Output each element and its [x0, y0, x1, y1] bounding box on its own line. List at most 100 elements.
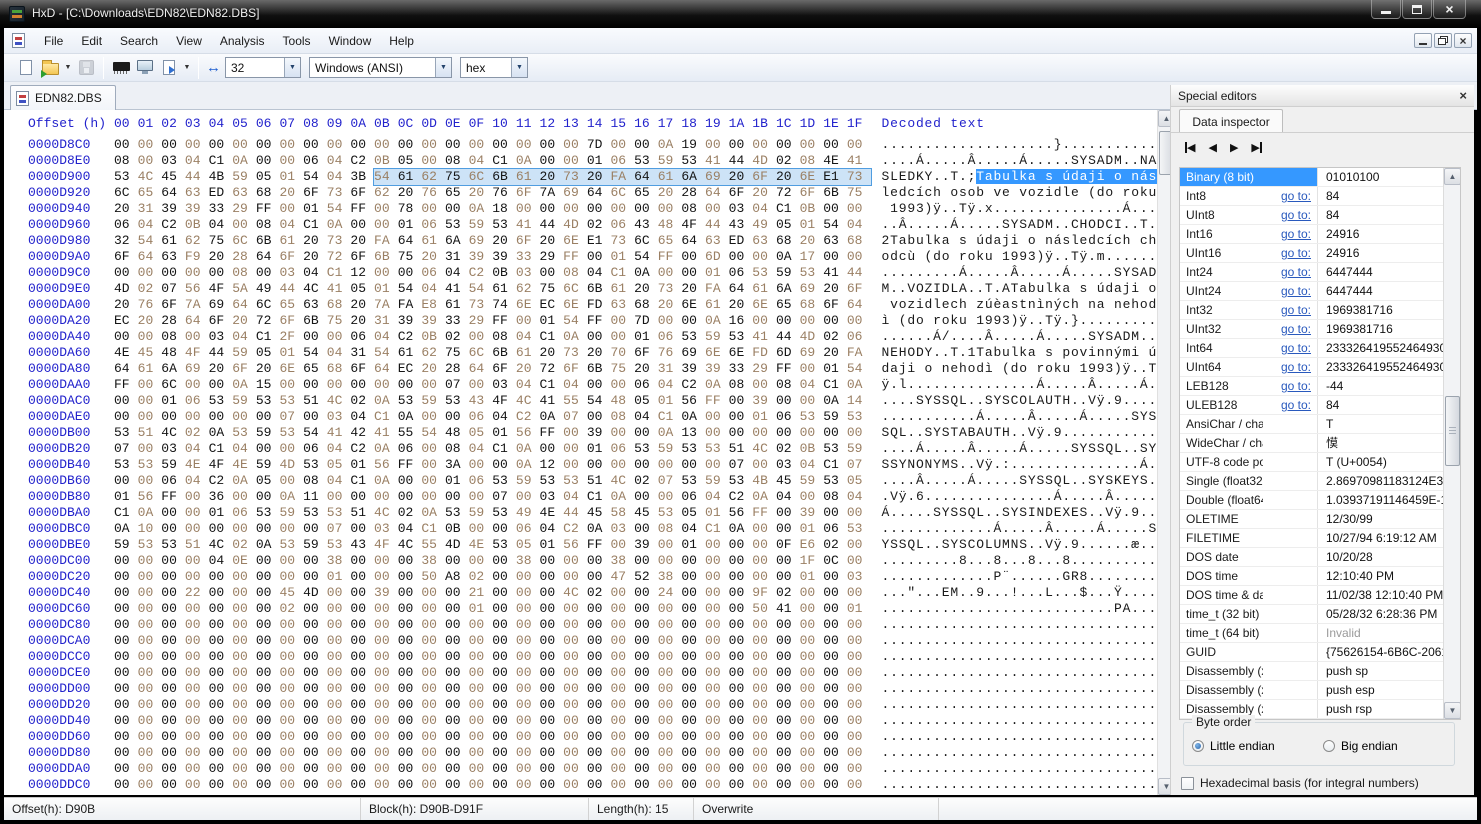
hex-byte[interactable]: 64 — [374, 361, 398, 377]
hex-byte[interactable]: 53 — [705, 441, 729, 457]
hex-byte[interactable]: 00 — [256, 441, 280, 457]
hex-byte[interactable]: 04 — [563, 377, 587, 393]
hex-byte[interactable]: 6D — [705, 249, 729, 265]
hex-byte[interactable]: 64 — [847, 297, 871, 313]
hex-byte[interactable]: 6F — [232, 361, 256, 377]
hex-byte[interactable]: 20 — [350, 313, 374, 329]
hex-row[interactable]: 0000DA20EC2028646F20726F6B75203139393329… — [4, 313, 1157, 329]
hex-byte[interactable]: 00 — [800, 681, 824, 697]
hex-byte[interactable]: 00 — [256, 681, 280, 697]
hex-byte[interactable]: 00 — [303, 601, 327, 617]
hex-byte[interactable]: 00 — [752, 377, 776, 393]
radio-big-endian[interactable]: Big endian — [1323, 739, 1454, 753]
export-dropdown-button[interactable]: ▼ — [181, 57, 193, 79]
decoded-text[interactable]: vozidlech zúèastnìných na nehod — [882, 297, 1158, 313]
hex-byte[interactable]: 54 — [374, 345, 398, 361]
hex-byte[interactable]: 4C — [610, 473, 634, 489]
hex-byte[interactable]: 00 — [279, 665, 303, 681]
hex-byte[interactable]: 00 — [658, 553, 682, 569]
hex-byte[interactable]: 73 — [327, 233, 351, 249]
hex-byte[interactable]: 00 — [421, 137, 445, 153]
hex-byte[interactable]: 00 — [516, 617, 540, 633]
hex-byte[interactable]: 00 — [800, 745, 824, 761]
hex-byte[interactable]: 00 — [209, 137, 233, 153]
hex-byte[interactable]: 6B — [492, 345, 516, 361]
hex-byte[interactable]: C1 — [209, 153, 233, 169]
hex-byte[interactable]: 00 — [752, 537, 776, 553]
hex-byte[interactable]: 53 — [114, 425, 138, 441]
hex-byte[interactable]: 48 — [610, 393, 634, 409]
hex-byte[interactable]: 00 — [847, 777, 871, 793]
hex-byte[interactable]: 00 — [209, 713, 233, 729]
hex-byte[interactable]: 06 — [610, 217, 634, 233]
hex-byte[interactable]: 00 — [492, 569, 516, 585]
hex-byte[interactable]: 00 — [421, 201, 445, 217]
hex-byte[interactable]: 00 — [445, 409, 469, 425]
hex-byte[interactable]: 00 — [681, 681, 705, 697]
hex-byte[interactable]: 00 — [232, 521, 256, 537]
hex-byte[interactable]: 4F — [492, 393, 516, 409]
hex-byte[interactable]: 00 — [800, 585, 824, 601]
hex-byte[interactable]: 00 — [729, 249, 753, 265]
hex-byte[interactable]: 55 — [563, 393, 587, 409]
hex-byte[interactable]: C2 — [469, 265, 493, 281]
hex-byte[interactable]: 69 — [681, 345, 705, 361]
hex-byte[interactable]: 53 — [161, 537, 185, 553]
hex-byte[interactable]: 00 — [350, 633, 374, 649]
hex-byte[interactable]: C1 — [492, 441, 516, 457]
inspector-value[interactable]: push sp — [1317, 662, 1460, 680]
hex-byte[interactable]: 0A — [374, 393, 398, 409]
hex-byte[interactable]: 39 — [752, 393, 776, 409]
hex-byte[interactable]: 53 — [681, 153, 705, 169]
hex-byte[interactable]: 39 — [681, 361, 705, 377]
hex-byte[interactable]: 00 — [374, 697, 398, 713]
hex-byte[interactable]: 00 — [445, 745, 469, 761]
hex-byte[interactable]: 54 — [587, 393, 611, 409]
hex-byte[interactable]: 00 — [232, 137, 256, 153]
hex-byte[interactable]: 00 — [161, 585, 185, 601]
hex-byte[interactable]: 00 — [587, 745, 611, 761]
hex-byte[interactable]: 0A — [563, 329, 587, 345]
hex-byte[interactable]: 00 — [232, 761, 256, 777]
hex-byte[interactable]: 00 — [823, 425, 847, 441]
hex-row[interactable]: 0000D9C0000000000008000304C11200000604C2… — [4, 265, 1157, 281]
hex-byte[interactable]: 59 — [421, 393, 445, 409]
hex-byte[interactable]: 00 — [610, 745, 634, 761]
hex-byte[interactable]: 64 — [705, 185, 729, 201]
hex-byte[interactable]: 00 — [138, 473, 162, 489]
inspector-value[interactable]: 10/20/28 — [1317, 548, 1460, 566]
hex-byte[interactable]: 05 — [256, 345, 280, 361]
decoded-text[interactable]: ....Á.....Â.....Á.....SYSADM..NA — [882, 153, 1158, 169]
hex-row[interactable]: 0000D940203139393329FF000154FF007800000A… — [4, 201, 1157, 217]
hex-byte[interactable]: 00 — [232, 617, 256, 633]
hex-byte[interactable]: 00 — [563, 601, 587, 617]
hex-byte[interactable]: 00 — [445, 649, 469, 665]
hex-byte[interactable]: 06 — [634, 377, 658, 393]
hex-byte[interactable]: 54 — [303, 425, 327, 441]
hex-byte[interactable]: 00 — [398, 617, 422, 633]
hex-byte[interactable]: 00 — [587, 665, 611, 681]
hex-byte[interactable]: 72 — [256, 313, 280, 329]
hex-byte[interactable]: C2 — [350, 153, 374, 169]
hex-byte[interactable]: 00 — [138, 681, 162, 697]
hex-byte[interactable]: 51 — [185, 537, 209, 553]
hex-byte[interactable]: 0B — [445, 521, 469, 537]
hex-byte[interactable]: 0A — [232, 153, 256, 169]
hex-byte[interactable]: 00 — [256, 617, 280, 633]
hex-byte[interactable]: 00 — [705, 537, 729, 553]
hex-byte[interactable]: 44 — [279, 281, 303, 297]
hex-byte[interactable]: 02 — [279, 601, 303, 617]
hex-byte[interactable]: 20 — [421, 249, 445, 265]
hex-byte[interactable]: 20 — [752, 185, 776, 201]
hex-byte[interactable]: 00 — [729, 729, 753, 745]
hex-byte[interactable]: 06 — [681, 489, 705, 505]
hex-byte[interactable]: 53 — [492, 537, 516, 553]
hex-byte[interactable]: 6B — [587, 361, 611, 377]
hex-byte[interactable]: 00 — [847, 201, 871, 217]
hex-byte[interactable]: 53 — [445, 217, 469, 233]
hex-byte[interactable]: 00 — [398, 377, 422, 393]
hex-byte[interactable]: 02 — [469, 569, 493, 585]
hex-byte[interactable]: 00 — [516, 649, 540, 665]
hex-byte[interactable]: 69 — [800, 345, 824, 361]
hex-byte[interactable]: 59 — [232, 169, 256, 185]
